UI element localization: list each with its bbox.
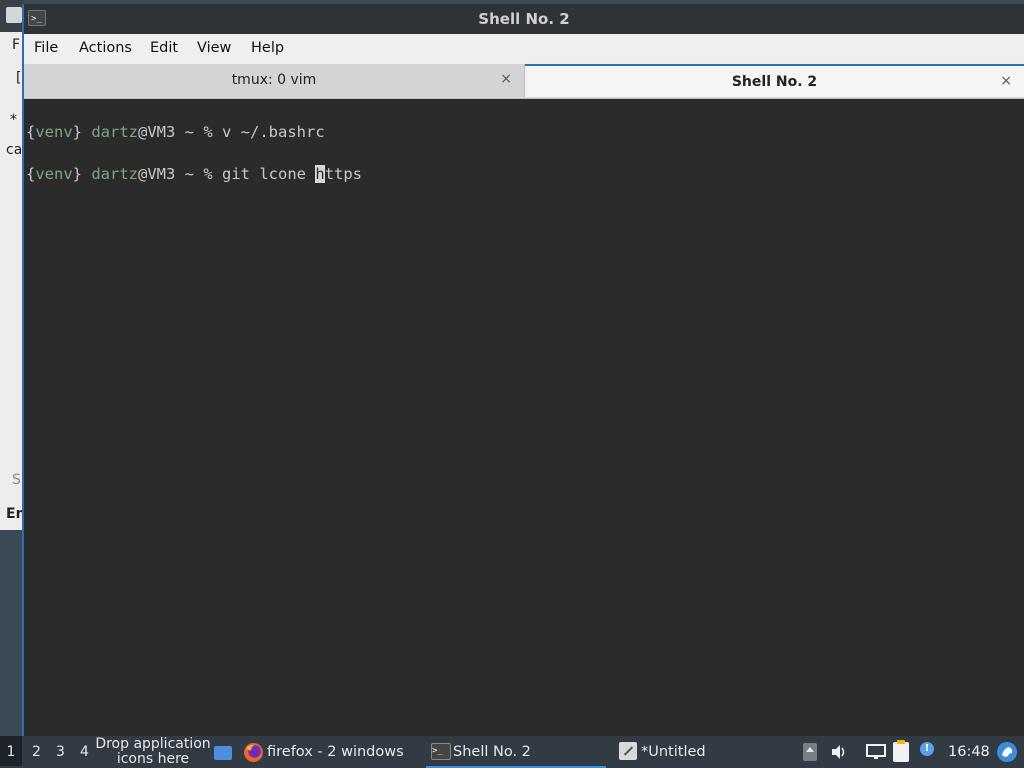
workspace-2[interactable]: 2	[32, 744, 41, 760]
prompt-host: @VM3 ~ %	[138, 123, 223, 141]
menu-help[interactable]: Help	[251, 40, 284, 56]
tab-shell-no-2[interactable]: Shell No. 2 ×	[525, 64, 1024, 97]
text-editor-icon	[619, 742, 637, 760]
terminal-line: {venv} dartz@VM3 ~ % v ~/.bashrc	[26, 123, 325, 141]
terminal-line: {venv} dartz@VM3 ~ % git lcone https	[26, 165, 363, 183]
menu-edit[interactable]: Edit	[150, 40, 178, 56]
workspace-4[interactable]: 4	[80, 744, 89, 760]
taskbar-item-label: firefox - 2 windows	[267, 744, 404, 760]
background-text-fragment: ca	[6, 142, 23, 158]
network-icon[interactable]	[866, 744, 886, 760]
background-window[interactable]: F [ * ca S En	[0, 0, 24, 530]
terminal-output[interactable]: {venv} dartz@VM3 ~ % v ~/.bashrc {venv} …	[24, 100, 1024, 736]
menu-bar: File Actions Edit View Help	[24, 34, 1024, 64]
volume-icon[interactable]	[830, 744, 848, 760]
terminal-icon: >_	[431, 743, 451, 760]
show-desktop-icon[interactable]	[214, 746, 232, 760]
firefox-icon	[244, 743, 263, 762]
background-text-fragment: [	[16, 70, 22, 86]
workspace-1[interactable]: 1	[0, 736, 22, 766]
menu-file[interactable]: File	[34, 40, 58, 56]
close-icon[interactable]: ×	[1000, 73, 1012, 89]
text-cursor: h	[315, 165, 325, 183]
command-text: v ~/.bashrc	[222, 123, 325, 141]
tab-bar: tmux: 0 vim × Shell No. 2 ×	[24, 64, 1024, 99]
background-text-fragment: *	[10, 112, 17, 128]
window-titlebar[interactable]: >_ Shell No. 2	[24, 4, 1024, 34]
background-text-fragment: F	[12, 37, 21, 53]
command-text-after: ttps	[324, 165, 363, 183]
prompt-host: @VM3 ~ %	[138, 165, 223, 183]
taskbar-item-label: Shell No. 2	[453, 744, 531, 760]
text-editor-icon	[6, 7, 22, 23]
prompt-user: dartz	[91, 123, 139, 141]
venv-label: venv	[35, 165, 73, 183]
window-title: Shell No. 2	[478, 10, 570, 28]
terminal-window[interactable]: >_ Shell No. 2 File Actions Edit View He…	[22, 4, 1024, 736]
quicklaunch-drop-zone[interactable]: Drop application icons here	[94, 737, 212, 767]
clipboard-tray-icon[interactable]	[803, 743, 817, 761]
clipboard-icon[interactable]	[893, 740, 909, 762]
taskbar: 1 2 3 4 Drop application icons here fire…	[0, 736, 1024, 768]
system-menu-icon[interactable]	[996, 741, 1018, 763]
tab-label: tmux: 0 vim	[231, 72, 317, 88]
command-text: git lcone	[222, 165, 316, 183]
venv-label: venv	[35, 123, 73, 141]
notification-icon[interactable]: !	[920, 742, 934, 756]
taskbar-item-firefox[interactable]: firefox - 2 windows	[240, 736, 420, 768]
clock[interactable]: 16:48	[948, 744, 990, 760]
workspace-3[interactable]: 3	[56, 744, 65, 760]
background-text-fragment: S	[12, 472, 21, 488]
taskbar-item-editor[interactable]: *Untitled	[614, 736, 794, 768]
tab-tmux[interactable]: tmux: 0 vim ×	[24, 64, 525, 97]
prompt-user: dartz	[91, 165, 139, 183]
menu-actions[interactable]: Actions	[79, 40, 132, 56]
taskbar-item-shell[interactable]: >_ Shell No. 2	[426, 736, 606, 768]
close-icon[interactable]: ×	[500, 71, 512, 87]
tab-label: Shell No. 2	[731, 74, 818, 90]
taskbar-item-label: *Untitled	[641, 744, 706, 760]
menu-view[interactable]: View	[197, 40, 231, 56]
